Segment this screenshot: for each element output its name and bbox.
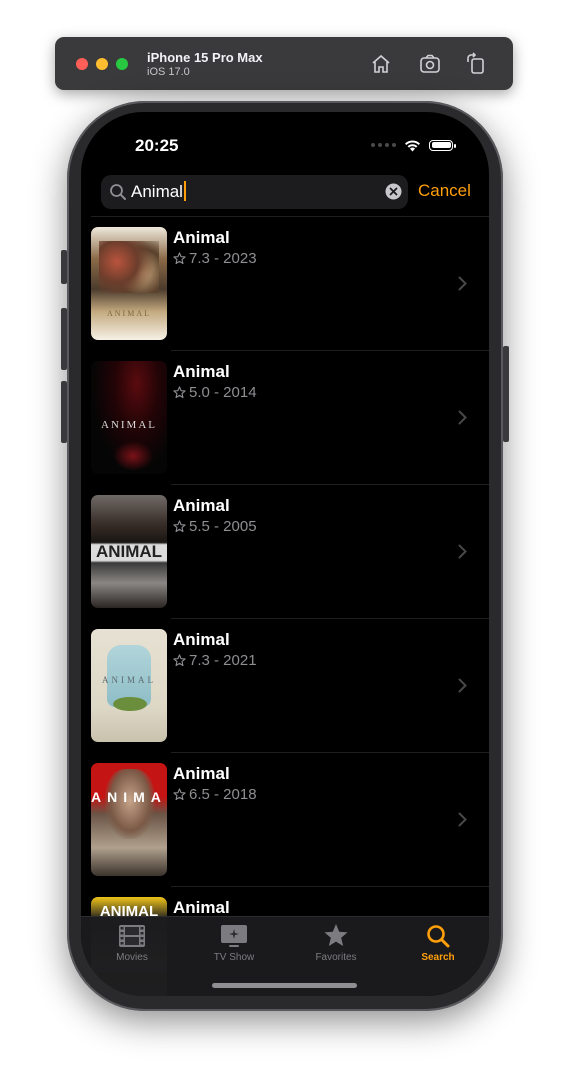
device-name: iPhone 15 Pro Max [147,50,263,65]
status-icons [371,138,456,152]
film-icon [119,925,145,947]
zoom-window-button[interactable] [116,58,128,70]
chevron-right-icon [458,544,467,559]
movie-title: Animal [173,228,230,247]
tv-icon [221,925,247,947]
poster-title: ANIMAL [102,675,156,685]
tab-favorites[interactable]: Favorites [285,923,387,963]
poster-title: ANIMAL [101,419,157,431]
star-outline-icon [173,386,186,399]
screenshot-icon[interactable] [418,52,442,76]
magnifier-icon [110,184,126,200]
volume-up-button [61,308,67,370]
home-indicator[interactable] [212,983,357,988]
result-row[interactable]: ANIMAL Animal 5.5 - 2005 [81,485,489,619]
volume-down-button [61,381,67,443]
movie-title: Animal [173,496,230,515]
movie-rating-year: 7.3 - 2021 [189,652,257,669]
clear-search-icon[interactable] [385,183,402,200]
simulator-toolbar: iPhone 15 Pro Max iOS 17.0 [55,37,513,90]
os-version: iOS 17.0 [147,66,190,78]
star-outline-icon [173,788,186,801]
search-input[interactable]: Animal [101,175,408,209]
movie-title: Animal [173,898,230,917]
poster-title: ANIMAL [91,789,167,805]
chevron-right-icon [458,410,467,425]
rotate-icon[interactable] [464,52,488,76]
poster-title: ANIMAL [107,309,151,318]
movie-poster: ANIMAL [91,361,167,474]
result-row[interactable]: ANIMAL Animal 6.5 - 2018 [81,753,489,887]
signal-dots-icon [371,143,396,147]
poster-title: ANIMAL [95,542,163,561]
movie-poster: ANIMAL [91,495,167,608]
movie-poster: ANIMAL [91,763,167,876]
star-outline-icon [173,520,186,533]
movie-rating-year: 5.0 - 2014 [189,384,257,401]
movie-title: Animal [173,630,230,649]
tab-label: Search [421,952,455,963]
movie-rating-year: 6.5 - 2018 [189,786,257,803]
star-outline-icon [173,654,186,667]
tab-label: Favorites [315,952,357,963]
search-icon [427,925,450,948]
battery-icon [429,139,456,151]
search-query: Animal [131,182,183,201]
result-row[interactable]: ANIMAL Animal 7.3 - 2021 [81,619,489,753]
chevron-right-icon [458,276,467,291]
chevron-right-icon [458,678,467,693]
phone-screen: 20:25 Animal Cancel ANIMAL Animal 7.3 - … [81,112,489,996]
movie-poster: ANIMAL [91,227,167,340]
home-icon[interactable] [369,52,393,76]
movie-rating-year: 7.3 - 2023 [189,250,257,267]
close-window-button[interactable] [76,58,88,70]
movie-poster: ANIMAL [91,629,167,742]
result-row[interactable]: ANIMAL Animal 5.0 - 2014 [81,351,489,485]
tab-movies[interactable]: Movies [81,923,183,963]
movie-rating-year: 5.5 - 2005 [189,518,257,535]
action-button [61,250,67,284]
star-outline-icon [173,252,186,265]
cancel-button[interactable]: Cancel [418,181,471,201]
tab-label: Movies [116,952,148,963]
movie-title: Animal [173,362,230,381]
tab-tv-show[interactable]: TV Show [183,923,285,963]
result-row[interactable]: ANIMAL Animal 7.3 - 2023 [81,217,489,351]
power-button [503,346,509,442]
tab-label: TV Show [213,952,255,963]
wifi-icon [405,139,420,151]
status-time: 20:25 [135,136,179,155]
text-caret [183,181,186,202]
search-results-list: ANIMAL Animal 7.3 - 2023 ANIMAL Animal 5… [81,217,489,996]
tab-search[interactable]: Search [387,923,489,963]
minimize-window-button[interactable] [96,58,108,70]
chevron-right-icon [458,812,467,827]
movie-title: Animal [173,764,230,783]
star-icon [324,924,348,946]
